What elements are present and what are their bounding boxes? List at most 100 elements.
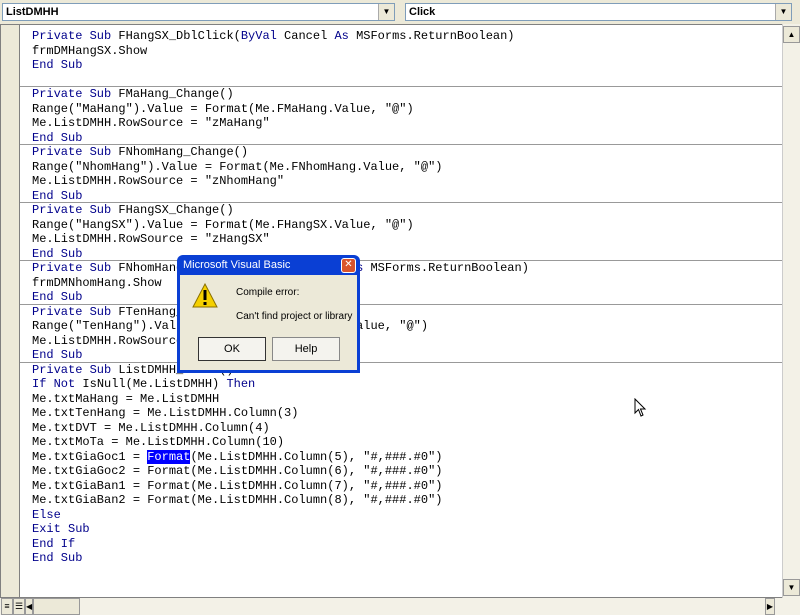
- margin-indicator-bar[interactable]: [1, 25, 20, 597]
- code-keyword: End If: [32, 536, 76, 551]
- compile-error-dialog: Microsoft Visual Basic ✕ Compile error: …: [177, 255, 360, 373]
- code-keyword: End Sub: [32, 188, 83, 203]
- warning-icon: [192, 283, 218, 308]
- code-keyword: Private Sub: [32, 304, 112, 319]
- code-keyword: Private Sub: [32, 362, 112, 377]
- code-text: MSForms.ReturnBoolean): [363, 261, 529, 275]
- code-text: FNhomHang_Change(): [111, 145, 249, 159]
- code-keyword: Private Sub: [32, 145, 112, 159]
- code-line[interactable]: Private Sub FNhomHang_Change(): [32, 145, 529, 160]
- code-text: Cancel: [276, 29, 335, 43]
- scroll-right-icon[interactable]: ▶: [765, 598, 775, 615]
- code-keyword: End Sub: [32, 348, 83, 362]
- vertical-scrollbar[interactable]: ▲ ▼: [782, 24, 800, 598]
- code-text: Me.txtMoTa = Me.ListDMHH.Column(10): [32, 435, 285, 449]
- code-text: frmDMNhomHang.Show: [32, 275, 162, 290]
- code-line[interactable]: Me.txtMaHang = Me.ListDMHH: [32, 392, 529, 407]
- code-line[interactable]: Range("HangSX").Value = Format(Me.FHangS…: [32, 218, 529, 233]
- procedure-separator: [20, 144, 783, 145]
- code-text: Me.txtTenHang = Me.ListDMHH.Column(3): [32, 406, 299, 420]
- ok-button[interactable]: OK: [198, 337, 266, 361]
- scroll-up-icon[interactable]: ▲: [783, 26, 800, 43]
- code-text: Range("NhomHang").Value = Format(Me.FNho…: [32, 159, 443, 174]
- code-keyword: Private Sub: [32, 87, 112, 101]
- chevron-down-icon[interactable]: ▼: [378, 4, 394, 20]
- code-line[interactable]: Me.txtGiaBan1 = Format(Me.ListDMHH.Colum…: [32, 479, 529, 494]
- mouse-cursor-icon: [634, 398, 647, 417]
- code-keyword: Else: [32, 507, 61, 522]
- dialog-message: Can't find project or library: [236, 311, 353, 322]
- code-text: Range("MaHang").Value = Format(Me.FMaHan…: [32, 101, 414, 116]
- code-line[interactable]: Me.txtMoTa = Me.ListDMHH.Column(10): [32, 435, 529, 450]
- code-line[interactable]: Me.ListDMHH.RowSource = "zMaHang": [32, 116, 529, 131]
- code-text: Me.txtDVT = Me.ListDMHH.Column(4): [32, 420, 270, 435]
- code-text: Me.txtGiaGoc2 = Format(Me.ListDMHH.Colum…: [32, 464, 443, 478]
- dialog-title: Microsoft Visual Basic: [183, 259, 291, 271]
- code-line[interactable]: Range("MaHang").Value = Format(Me.FMaHan…: [32, 102, 529, 117]
- code-line[interactable]: Me.txtDVT = Me.ListDMHH.Column(4): [32, 421, 529, 436]
- close-icon[interactable]: ✕: [341, 258, 356, 273]
- code-line[interactable]: Exit Sub: [32, 522, 529, 537]
- code-line[interactable]: Me.txtGiaGoc2 = Format(Me.ListDMHH.Colum…: [32, 464, 529, 479]
- procedure-combo[interactable]: Click ▼: [405, 3, 792, 21]
- code-text: frmDMHangSX.Show: [32, 43, 148, 58]
- full-module-view-icon[interactable]: ☰: [13, 598, 25, 615]
- horizontal-scrollbar[interactable]: ≡ ☰ ◀ ▶: [0, 598, 800, 615]
- code-line[interactable]: frmDMHangSX.Show: [32, 44, 529, 59]
- code-text: Range("HangSX").Value = Format(Me.FHangS…: [32, 217, 414, 232]
- code-keyword: If Not: [32, 377, 76, 391]
- object-combo-value: ListDMHH: [6, 6, 59, 18]
- code-line[interactable]: Private Sub FHangSX_DblClick(ByVal Cance…: [32, 29, 529, 44]
- code-line[interactable]: [32, 73, 529, 88]
- code-line[interactable]: End Sub: [32, 189, 529, 204]
- code-keyword: End Sub: [32, 551, 83, 565]
- code-line[interactable]: Me.txtGiaGoc1 = Format(Me.ListDMHH.Colum…: [32, 449, 529, 465]
- code-text: IsNull(Me.ListDMHH): [75, 377, 227, 391]
- code-line[interactable]: End Sub: [32, 551, 529, 566]
- code-keyword: End Sub: [32, 58, 83, 72]
- code-line[interactable]: Else: [32, 508, 529, 523]
- dialog-heading: Compile error:: [236, 287, 300, 298]
- code-text: MSForms.ReturnBoolean): [348, 29, 515, 43]
- code-keyword: Then: [226, 377, 256, 391]
- code-keyword: As: [334, 29, 349, 43]
- chevron-down-icon[interactable]: ▼: [775, 4, 791, 20]
- code-keyword: Private Sub: [32, 29, 112, 43]
- code-line[interactable]: Private Sub FMaHang_Change(): [32, 87, 529, 102]
- code-keyword: End Sub: [32, 290, 83, 304]
- code-line[interactable]: Me.ListDMHH.RowSource = "zNhomHang": [32, 174, 529, 189]
- object-combo[interactable]: ListDMHH ▼: [2, 3, 395, 21]
- code-text: Me.ListDMHH.RowSource = "zHangSX": [32, 232, 270, 246]
- procedure-separator: [20, 202, 783, 203]
- scroll-thumb[interactable]: [33, 598, 80, 615]
- code-line[interactable]: Me.ListDMHH.RowSource = "zHangSX": [32, 232, 529, 247]
- procedure-separator: [20, 86, 783, 87]
- code-text: Me.txtMaHang = Me.ListDMHH: [32, 391, 220, 406]
- code-line[interactable]: Range("NhomHang").Value = Format(Me.FNho…: [32, 160, 529, 175]
- scroll-down-icon[interactable]: ▼: [783, 579, 800, 596]
- code-line[interactable]: Me.txtTenHang = Me.ListDMHH.Column(3): [32, 406, 529, 421]
- procedure-separator: [20, 260, 783, 261]
- code-text: Me.ListDMHH.RowSource = "zNhomHang": [32, 174, 285, 188]
- procedure-view-icon[interactable]: ≡: [1, 598, 13, 615]
- code-text: Me.ListDMHH.RowSource = "zMaHang": [32, 116, 270, 130]
- code-line[interactable]: End Sub: [32, 58, 529, 73]
- code-keyword: ByVal: [240, 29, 277, 43]
- code-keyword: Private Sub: [32, 261, 112, 275]
- code-pane[interactable]: Private Sub FHangSX_DblClick(ByVal Cance…: [0, 24, 799, 598]
- code-line[interactable]: Private Sub FHangSX_Change(): [32, 203, 529, 218]
- code-line[interactable]: End If: [32, 537, 529, 552]
- code-text: (Me.ListDMHH.Column(5), "#,###.#0"): [190, 449, 443, 464]
- code-text: FMaHang_Change(): [111, 87, 234, 101]
- code-keyword: End Sub: [32, 246, 83, 261]
- code-text: Me.txtGiaBan2 = Format(Me.ListDMHH.Colum…: [32, 493, 443, 507]
- code-text: Me.txtGiaBan1 = Format(Me.ListDMHH.Colum…: [32, 478, 443, 493]
- selected-code-token: Format: [147, 449, 191, 464]
- code-keyword: Private Sub: [32, 203, 112, 217]
- code-line[interactable]: Me.txtGiaBan2 = Format(Me.ListDMHH.Colum…: [32, 493, 529, 508]
- help-button[interactable]: Help: [272, 337, 340, 361]
- code-line[interactable]: If Not IsNull(Me.ListDMHH) Then: [32, 377, 529, 392]
- code-keyword: End Sub: [32, 130, 83, 145]
- scroll-left-icon[interactable]: ◀: [25, 598, 33, 615]
- code-line[interactable]: End Sub: [32, 131, 529, 146]
